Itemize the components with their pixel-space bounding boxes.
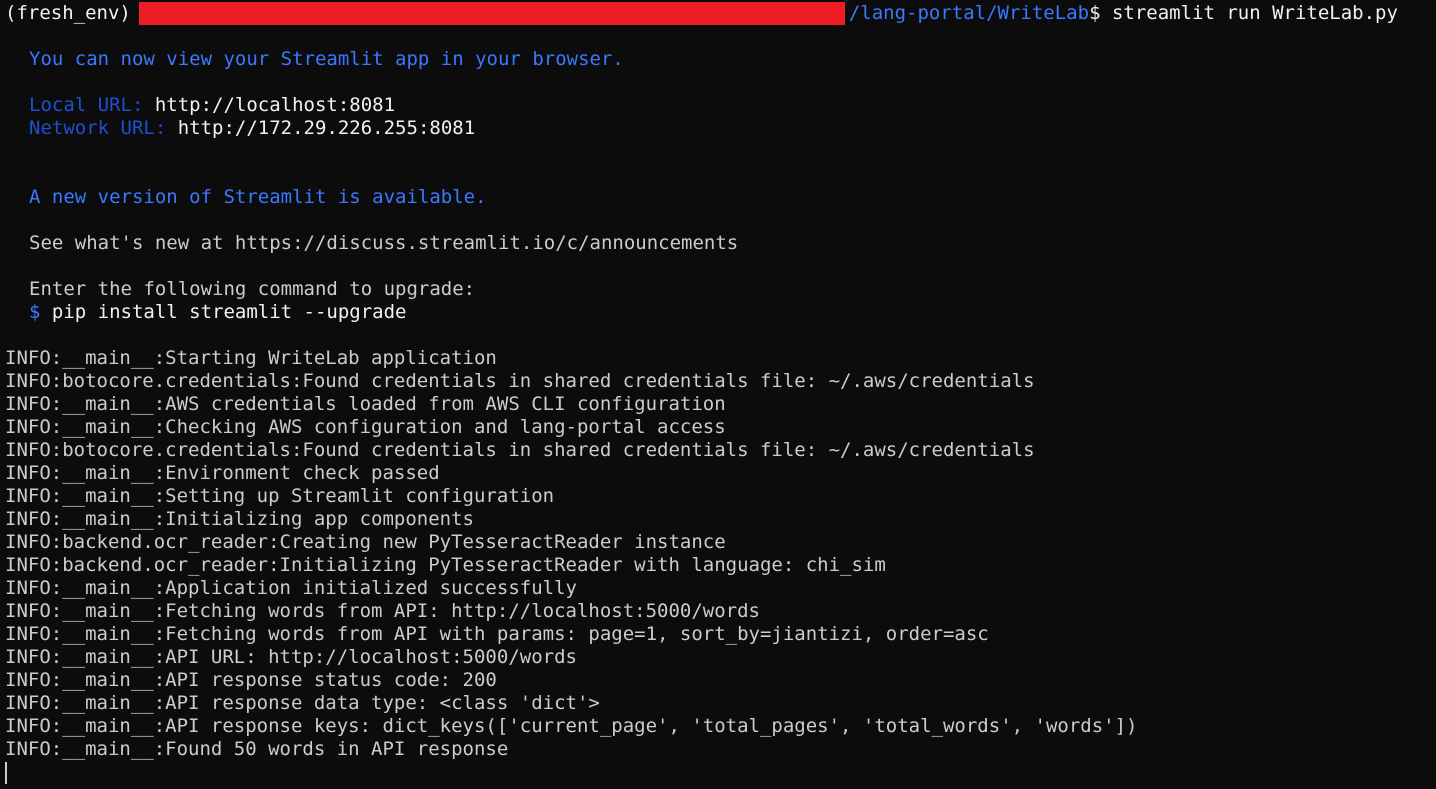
text-cursor (5, 761, 7, 784)
log-line: INFO:__main__:Starting WriteLab applicat… (5, 347, 497, 369)
view-app-message: You can now view your Streamlit app in y… (29, 48, 624, 70)
prompt-symbol: $ (1089, 2, 1101, 24)
log-line: INFO:__main__:API response status code: … (5, 669, 497, 691)
log-line: INFO:__main__:Application initialized su… (5, 577, 577, 599)
log-line: INFO:__main__:Initializing app component… (5, 508, 474, 530)
prompt-command: streamlit run WriteLab.py (1100, 2, 1398, 24)
prompt-path: /lang-portal/WriteLab (848, 2, 1090, 24)
log-line: INFO:__main__:Fetching words from API: h… (5, 600, 760, 622)
prompt-line: (fresh_env) /lang-portal/WriteLab $ stre… (5, 2, 1436, 25)
log-line: INFO:__main__:Fetching words from API wi… (5, 623, 989, 645)
redacted-path-block (138, 2, 845, 25)
terminal-window[interactable]: (fresh_env) /lang-portal/WriteLab $ stre… (0, 0, 1436, 789)
log-line: INFO:__main__:Setting up Streamlit confi… (5, 485, 555, 507)
network-url-link[interactable]: http://172.29.226.255:8081 (166, 117, 475, 139)
log-line: INFO:__main__:API response data type: <c… (5, 692, 600, 714)
log-output: INFO:__main__:Starting WriteLab applicat… (5, 347, 1436, 761)
log-line: INFO:botocore.credentials:Found credenti… (5, 370, 1035, 392)
upgrade-command-line: $ pip install streamlit --upgrade (5, 301, 1436, 324)
log-line: INFO:backend.ocr_reader:Creating new PyT… (5, 531, 726, 553)
upgrade-instruction: Enter the following command to upgrade: (29, 278, 476, 300)
log-line: INFO:__main__:AWS credentials loaded fro… (5, 393, 726, 415)
upgrade-command: pip install streamlit --upgrade (40, 301, 407, 323)
log-line: INFO:__main__:API response keys: dict_ke… (5, 715, 1138, 737)
network-url-line: Network URL: http://172.29.226.255:8081 (5, 117, 1436, 140)
local-url-line: Local URL: http://localhost:8081 (5, 94, 1436, 117)
network-url-label: Network URL: (29, 117, 167, 139)
local-url-link[interactable]: http://localhost:8081 (143, 94, 395, 116)
prompt-env: (fresh_env) (5, 2, 131, 24)
log-line: INFO:__main__:Checking AWS configuration… (5, 416, 726, 438)
input-line[interactable] (5, 761, 1436, 784)
local-url-label: Local URL: (29, 94, 144, 116)
log-line: INFO:__main__:Environment check passed (5, 462, 440, 484)
new-version-message: A new version of Streamlit is available. (29, 186, 487, 208)
log-line: INFO:botocore.credentials:Found credenti… (5, 439, 1035, 461)
log-line: INFO:__main__:Found 50 words in API resp… (5, 738, 509, 760)
upgrade-symbol: $ (29, 301, 41, 323)
log-line: INFO:backend.ocr_reader:Initializing PyT… (5, 554, 886, 576)
see-whats-new-line[interactable]: See what's new at https://discuss.stream… (5, 232, 1436, 255)
log-line: INFO:__main__:API URL: http://localhost:… (5, 646, 577, 668)
